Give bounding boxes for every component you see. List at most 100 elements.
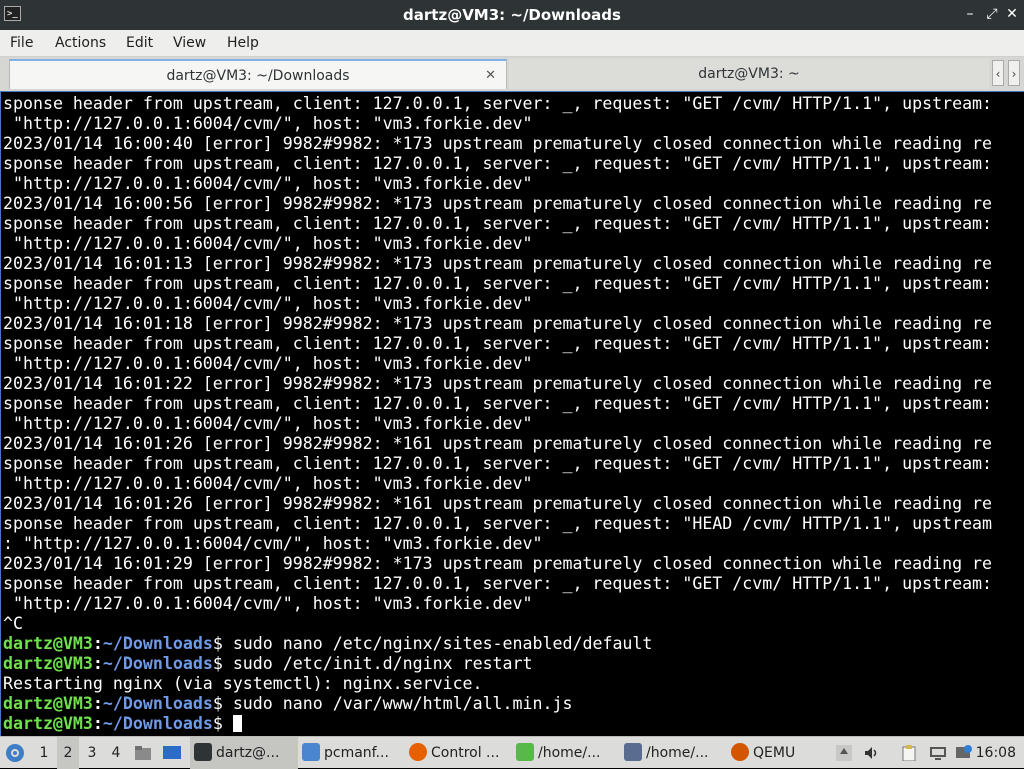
task-qemu[interactable]: QEMU <box>727 737 821 769</box>
terminal-prompt-line: dartz@VM3:~/Downloads$ sudo nano /var/ww… <box>3 694 992 714</box>
task-label: /home/... <box>646 745 709 761</box>
terminal-line: sponse header from upstream, client: 127… <box>3 274 993 293</box>
terminal-line: 2023/01/14 16:01:22 [error] 9982#9982: *… <box>3 374 993 393</box>
prompt-path: ~/Downloads <box>102 634 213 653</box>
terminal-line: 2023/01/14 16:01:26 [error] 9982#9982: *… <box>3 434 993 453</box>
terminal-line: "http://127.0.0.1:6004/cvm/", host: "vm3… <box>3 114 533 133</box>
tab-scroll-left-icon[interactable]: ‹ <box>992 60 1004 86</box>
prompt-user: dartz@VM3 <box>3 634 93 653</box>
menu-view[interactable]: View <box>173 30 206 56</box>
task-label: dartz@... <box>216 745 280 761</box>
prompt-separator: : <box>92 714 103 733</box>
task-label: Control ... <box>431 745 500 761</box>
prompt-user: dartz@VM3 <box>3 654 93 673</box>
terminal-line: "http://127.0.0.1:6004/cvm/", host: "vm3… <box>3 234 533 253</box>
terminal-output-line: Restarting nginx (via systemctl): nginx.… <box>3 674 483 693</box>
tab-scroll-right-icon[interactable]: › <box>1008 60 1020 86</box>
editor-icon <box>516 743 534 761</box>
workspace-4[interactable]: 4 <box>105 737 127 769</box>
terminal-view[interactable]: sponse header from upstream, client: 127… <box>0 91 1024 736</box>
desktop-launcher-icon[interactable] <box>162 737 184 769</box>
terminal-line: sponse header from upstream, client: 127… <box>3 454 993 473</box>
prompt-separator: : <box>92 694 103 713</box>
workspace-1[interactable]: 1 <box>33 737 55 769</box>
terminal-line: sponse header from upstream, client: 127… <box>3 514 993 533</box>
text-icon <box>624 743 642 761</box>
terminal-cursor <box>232 715 242 732</box>
prompt-user: dartz@VM3 <box>3 714 93 733</box>
menu-help[interactable]: Help <box>227 30 259 56</box>
terminal-line: sponse header from upstream, client: 127… <box>3 214 993 233</box>
folder-launcher-icon[interactable] <box>134 737 154 769</box>
task-label: QEMU <box>753 745 796 761</box>
volume-icon[interactable] <box>863 745 879 761</box>
prompt-symbol: $ <box>212 714 233 733</box>
prompt-path: ~/Downloads <box>102 694 213 713</box>
prompt-separator: : <box>92 634 103 653</box>
menu-edit[interactable]: Edit <box>126 30 153 56</box>
terminal-line: : "http://127.0.0.1:6004/cvm/", host: "v… <box>3 534 543 553</box>
task-label: /home/... <box>538 745 601 761</box>
menu-file[interactable]: File <box>10 30 33 56</box>
update-icon[interactable] <box>955 745 972 761</box>
network-icon[interactable] <box>929 745 946 761</box>
tab-label: dartz@VM3: ~/Downloads <box>166 68 350 84</box>
prompt-path: ~/Downloads <box>102 714 213 733</box>
window-titlebar[interactable]: >_ dartz@VM3: ~/Downloads – ⤢ ✕ <box>0 0 1024 30</box>
tab-bar: dartz@VM3: ~/Downloads ✕ dartz@VM3: ~ <box>0 57 1024 91</box>
qemu-icon <box>731 743 749 761</box>
terminal-prompt-line: dartz@VM3:~/Downloads$ sudo nano /etc/ng… <box>3 634 992 654</box>
close-button[interactable]: ✕ <box>1004 6 1020 22</box>
prompt-path: ~/Downloads <box>102 654 213 673</box>
task-terminal[interactable]: dartz@... <box>190 737 298 769</box>
prompt-symbol: $ <box>212 694 233 713</box>
prompt-separator: : <box>92 654 103 673</box>
terminal-line: sponse header from upstream, client: 127… <box>3 334 993 353</box>
terminal-line: sponse header from upstream, client: 127… <box>3 94 993 113</box>
terminal-line: "http://127.0.0.1:6004/cvm/", host: "vm3… <box>3 414 533 433</box>
terminal-line: "http://127.0.0.1:6004/cvm/", host: "vm3… <box>3 594 533 613</box>
task-pcmanfm[interactable]: pcmanf... <box>298 737 402 769</box>
terminal-line: "http://127.0.0.1:6004/cvm/", host: "vm3… <box>3 174 533 193</box>
terminal-prompt-line: dartz@VM3:~/Downloads$ <box>3 714 992 734</box>
terminal-line: 2023/01/14 16:00:40 [error] 9982#9982: *… <box>3 134 993 153</box>
terminal-line: 2023/01/14 16:01:26 [error] 9982#9982: *… <box>3 494 993 513</box>
window-title: dartz@VM3: ~/Downloads <box>403 6 621 24</box>
firefox-icon <box>409 743 427 761</box>
task-text-editor[interactable]: /home/... <box>620 737 724 769</box>
clock[interactable]: 16:08 <box>976 737 1016 769</box>
prompt-symbol: $ <box>212 654 233 673</box>
tab-downloads[interactable]: dartz@VM3: ~/Downloads ✕ <box>9 59 507 89</box>
prompt-symbol: $ <box>212 634 233 653</box>
tab-close-icon[interactable]: ✕ <box>485 61 496 91</box>
folder-icon <box>302 743 320 761</box>
terminal-line: 2023/01/14 16:01:18 [error] 9982#9982: *… <box>3 314 993 333</box>
terminal-line: sponse header from upstream, client: 127… <box>3 574 993 593</box>
terminal-line: ^C <box>3 614 23 633</box>
workspace-2[interactable]: 2 <box>57 737 79 769</box>
maximize-button[interactable]: ⤢ <box>984 6 1000 22</box>
task-editor[interactable]: /home/... <box>512 737 616 769</box>
command-text: sudo /etc/init.d/nginx restart <box>232 654 533 673</box>
terminal-line: "http://127.0.0.1:6004/cvm/", host: "vm3… <box>3 474 533 493</box>
terminal-output: sponse header from upstream, client: 127… <box>3 94 992 734</box>
terminal-icon <box>194 743 212 761</box>
arrow-up-icon[interactable] <box>836 745 852 761</box>
task-firefox[interactable]: Control ... <box>405 737 509 769</box>
prompt-user: dartz@VM3 <box>3 694 93 713</box>
terminal-line: "http://127.0.0.1:6004/cvm/", host: "vm3… <box>3 294 533 313</box>
clipboard-icon[interactable] <box>901 745 917 762</box>
task-label: pcmanf... <box>324 745 389 761</box>
start-menu-icon[interactable] <box>4 737 28 769</box>
menu-actions[interactable]: Actions <box>55 30 106 56</box>
menu-bar: File Actions Edit View Help <box>0 30 1024 57</box>
terminal-line: sponse header from upstream, client: 127… <box>3 154 993 173</box>
tab-home[interactable]: dartz@VM3: ~ <box>509 59 989 89</box>
terminal-line: 2023/01/14 16:00:56 [error] 9982#9982: *… <box>3 194 993 213</box>
terminal-line: "http://127.0.0.1:6004/cvm/", host: "vm3… <box>3 354 533 373</box>
command-text: sudo nano /etc/nginx/sites-enabled/defau… <box>232 634 653 653</box>
minimize-button[interactable]: – <box>962 6 978 22</box>
workspace-3[interactable]: 3 <box>81 737 103 769</box>
command-text: sudo nano /var/www/html/all.min.js <box>232 694 573 713</box>
taskbar: 1 2 3 4 dartz@... pcmanf... Control ... … <box>0 736 1024 769</box>
